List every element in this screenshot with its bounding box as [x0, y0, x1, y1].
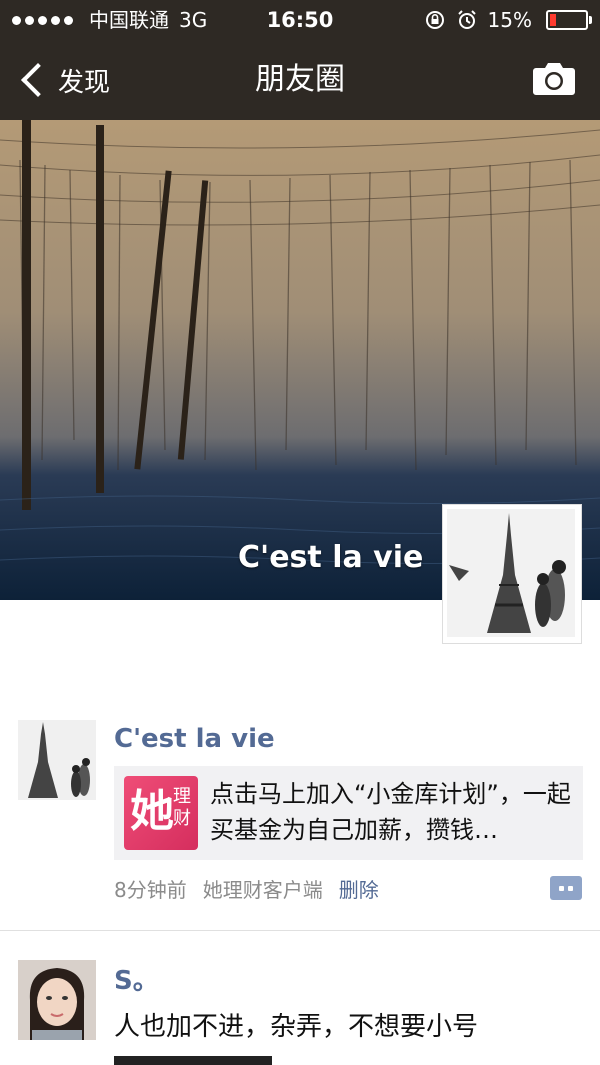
post-text: 人也加不进，杂弄，不想要小号 [114, 1012, 479, 1042]
thumbnail-logo-text: 她 [130, 786, 174, 837]
post-image-thumbnail[interactable] [114, 1056, 272, 1065]
share-thumbnail: 她 理财 [124, 776, 198, 850]
shared-link-card[interactable]: 她 理财 点击马上加入“小金库计划”，一起买基金为自己加薪，攒钱… [114, 766, 583, 860]
post-meta: 8分钟前 她理财客户端 删除 [114, 874, 379, 903]
share-title: 点击马上加入“小金库计划”，一起买基金为自己加薪，攒钱… [210, 780, 571, 844]
nav-bar: 发现 朋友圈 [0, 40, 600, 120]
post-author[interactable]: C'est la vie [114, 724, 275, 754]
cover-username: C'est la vie [238, 540, 424, 575]
post-time: 8分钟前 [114, 878, 187, 902]
post-avatar[interactable] [18, 960, 96, 1040]
profile-avatar[interactable] [442, 504, 582, 644]
moment-post: C'est la vie 她 理财 点击马上加入“小金库计划”，一起买基金为自己… [0, 720, 600, 930]
moment-post: S。 人也加不进，杂弄，不想要小号 [0, 960, 600, 1065]
avatar-image [447, 509, 575, 637]
post-divider [0, 930, 600, 931]
battery-percent: 15% [487, 8, 532, 32]
rotation-lock-icon [425, 11, 444, 29]
page-title: 朋友圈 [255, 62, 345, 97]
battery-icon [546, 10, 592, 30]
post-avatar[interactable] [18, 720, 96, 800]
status-right: 15% [424, 0, 592, 40]
alarm-icon [457, 10, 476, 29]
post-source[interactable]: 她理财客户端 [203, 874, 323, 903]
thumbnail-logo-subtext: 理财 [173, 786, 191, 829]
comment-icon[interactable] [550, 876, 582, 900]
avatar-image [18, 720, 96, 800]
top-bar: 中国联通 3G 16:50 15% 发现 朋友圈 [0, 0, 600, 120]
avatar-image [18, 960, 96, 1040]
post-author[interactable]: S。 [114, 960, 159, 997]
delete-button[interactable]: 删除 [339, 874, 379, 903]
status-bar: 中国联通 3G 16:50 15% [0, 0, 600, 40]
camera-icon[interactable] [532, 60, 576, 96]
